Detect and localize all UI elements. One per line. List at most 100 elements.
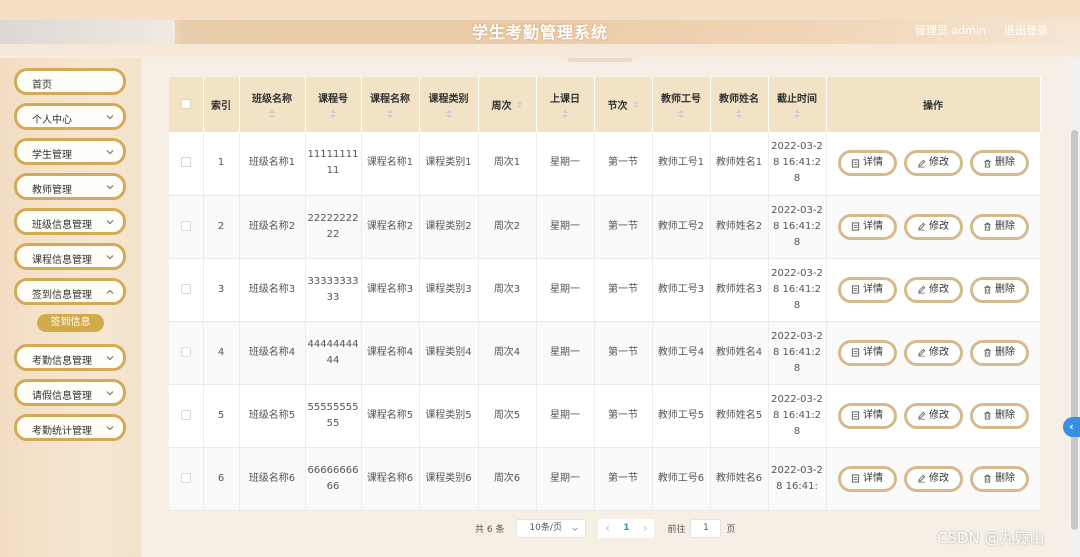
cell-course-no: 5555555555 bbox=[305, 384, 362, 448]
cell-course-type: 课程类别5 bbox=[419, 384, 479, 448]
sort-icon[interactable] bbox=[793, 109, 801, 119]
pagination: 共 6 条 10条/页 ‹ 1 › 前往 1 页 bbox=[475, 518, 735, 538]
column-header[interactable]: 课程号 bbox=[305, 77, 362, 132]
row-checkbox[interactable] bbox=[180, 283, 191, 294]
detail-button[interactable]: 详情 bbox=[837, 150, 897, 177]
column-header[interactable]: 周次 bbox=[478, 77, 537, 132]
delete-button[interactable]: 删除 bbox=[969, 465, 1029, 492]
goto-page-input[interactable]: 1 bbox=[690, 518, 722, 538]
column-header[interactable]: 课程名称 bbox=[361, 77, 420, 132]
edit-button[interactable]: 修改 bbox=[903, 465, 963, 492]
sidebar-item-2[interactable]: 学生管理 bbox=[14, 138, 126, 165]
detail-button[interactable]: 详情 bbox=[837, 402, 897, 429]
column-header[interactable]: 上课日 bbox=[536, 77, 595, 132]
edit-button[interactable]: 修改 bbox=[903, 213, 963, 240]
document-icon bbox=[851, 474, 860, 483]
detail-button[interactable]: 详情 bbox=[837, 339, 897, 366]
sidebar-item-label: 首页 bbox=[32, 80, 52, 91]
page-suffix: 页 bbox=[726, 524, 736, 535]
sidebar-subitem-signin-info[interactable]: 签到信息 bbox=[37, 314, 104, 332]
column-header[interactable]: 节次 bbox=[594, 77, 653, 132]
sidebar-item-0[interactable]: 首页 bbox=[14, 68, 126, 95]
trash-icon bbox=[984, 159, 991, 168]
cell-course-no: 4444444444 bbox=[305, 321, 362, 385]
sidebar-item-1[interactable]: 个人中心 bbox=[14, 103, 126, 130]
cell-period: 第一节 bbox=[594, 384, 653, 448]
row-checkbox[interactable] bbox=[180, 472, 191, 483]
sort-icon[interactable] bbox=[561, 109, 569, 119]
vertical-scrollbar[interactable] bbox=[1069, 58, 1080, 557]
actions-cell: 详情 修改 删除 bbox=[826, 132, 1041, 196]
cell-day: 星期一 bbox=[536, 258, 595, 322]
edit-label: 修改 bbox=[929, 472, 949, 484]
edit-button[interactable]: 修改 bbox=[903, 402, 963, 429]
column-header[interactable]: 截止时间 bbox=[768, 77, 827, 132]
cell-index: 5 bbox=[203, 384, 240, 448]
sort-icon[interactable] bbox=[735, 109, 743, 119]
sort-icon[interactable] bbox=[516, 100, 523, 109]
cell-course-name: 课程名称6 bbox=[361, 447, 420, 511]
cell-deadline: 2022-03-28 16:41:28 bbox=[768, 132, 827, 196]
cell-teacher-name: 教师姓名4 bbox=[710, 321, 769, 385]
sort-icon[interactable] bbox=[329, 109, 337, 119]
table-row: 4 班级名称4 4444444444 课程名称4 课程类别4 周次4 星期一 第一节 教师工号4… bbox=[169, 321, 1041, 385]
select-all-checkbox[interactable] bbox=[180, 99, 191, 109]
pencil-icon bbox=[918, 159, 926, 168]
edit-button[interactable]: 修改 bbox=[903, 276, 963, 303]
sidebar-item-label: 请假信息管理 bbox=[32, 391, 92, 402]
document-icon bbox=[851, 285, 860, 294]
sidebar-item-6[interactable]: 签到信息管理 bbox=[14, 278, 126, 305]
column-header[interactable]: 教师工号 bbox=[652, 77, 711, 132]
sort-icon[interactable] bbox=[268, 109, 276, 119]
cell-teacher-no: 教师工号2 bbox=[652, 195, 711, 259]
edit-button[interactable]: 修改 bbox=[903, 150, 963, 177]
sidebar-item-3[interactable]: 教师管理 bbox=[14, 173, 126, 200]
logout-link[interactable]: 退出登录 bbox=[1004, 22, 1048, 38]
sidebar-item-9[interactable]: 考勤统计管理 bbox=[14, 414, 126, 441]
sort-icon[interactable] bbox=[445, 109, 453, 119]
delete-button[interactable]: 删除 bbox=[969, 150, 1029, 177]
cell-course-type: 课程类别1 bbox=[419, 132, 479, 196]
detail-button[interactable]: 详情 bbox=[837, 276, 897, 303]
sidebar-item-8[interactable]: 请假信息管理 bbox=[14, 379, 126, 406]
edit-button[interactable]: 修改 bbox=[903, 339, 963, 366]
cell-course-name: 课程名称3 bbox=[361, 258, 420, 322]
delete-button[interactable]: 删除 bbox=[969, 213, 1029, 240]
page-number-current[interactable]: 1 bbox=[623, 523, 629, 533]
sidebar-item-7[interactable]: 考勤信息管理 bbox=[14, 344, 126, 371]
row-select-cell bbox=[169, 447, 204, 511]
next-page-button[interactable]: › bbox=[643, 521, 648, 535]
sidebar-item-label: 签到信息管理 bbox=[32, 290, 92, 301]
cell-course-type: 课程类别6 bbox=[419, 447, 479, 511]
column-header[interactable]: 班级名称 bbox=[239, 77, 306, 132]
sidebar-item-4[interactable]: 班级信息管理 bbox=[14, 208, 126, 235]
sort-icon[interactable] bbox=[632, 100, 639, 109]
page-size-select[interactable]: 10条/页 bbox=[516, 518, 587, 538]
scrollbar-thumb[interactable] bbox=[1071, 130, 1078, 530]
detail-button[interactable]: 详情 bbox=[837, 465, 897, 492]
sidebar-item-label: 课程信息管理 bbox=[32, 255, 92, 266]
cell-deadline: 2022-03-28 16:41:28 bbox=[768, 321, 827, 385]
cell-course-type: 课程类别2 bbox=[419, 195, 479, 259]
sort-icon[interactable] bbox=[677, 109, 685, 119]
cell-week: 周次6 bbox=[478, 447, 537, 511]
detail-label: 详情 bbox=[863, 283, 883, 295]
prev-page-button[interactable]: ‹ bbox=[605, 521, 610, 535]
column-header[interactable]: 课程类别 bbox=[419, 77, 479, 132]
row-checkbox[interactable] bbox=[180, 346, 191, 357]
delete-label: 删除 bbox=[995, 157, 1015, 169]
column-header[interactable]: 教师姓名 bbox=[710, 77, 769, 132]
cell-period: 第一节 bbox=[594, 195, 653, 259]
delete-button[interactable]: 删除 bbox=[969, 402, 1029, 429]
delete-button[interactable]: 删除 bbox=[969, 339, 1029, 366]
row-checkbox[interactable] bbox=[180, 409, 191, 420]
delete-button[interactable]: 删除 bbox=[969, 276, 1029, 303]
detail-button[interactable]: 详情 bbox=[837, 213, 897, 240]
row-checkbox[interactable] bbox=[180, 220, 191, 231]
sort-icon[interactable] bbox=[386, 109, 394, 119]
table-row: 5 班级名称5 5555555555 课程名称5 课程类别5 周次5 星期一 第一节 教师工号5… bbox=[169, 384, 1041, 448]
cell-teacher-no: 教师工号4 bbox=[652, 321, 711, 385]
row-checkbox[interactable] bbox=[180, 157, 191, 168]
collapse-tab-button[interactable]: ‹ bbox=[1063, 417, 1080, 437]
sidebar-item-5[interactable]: 课程信息管理 bbox=[14, 243, 126, 270]
